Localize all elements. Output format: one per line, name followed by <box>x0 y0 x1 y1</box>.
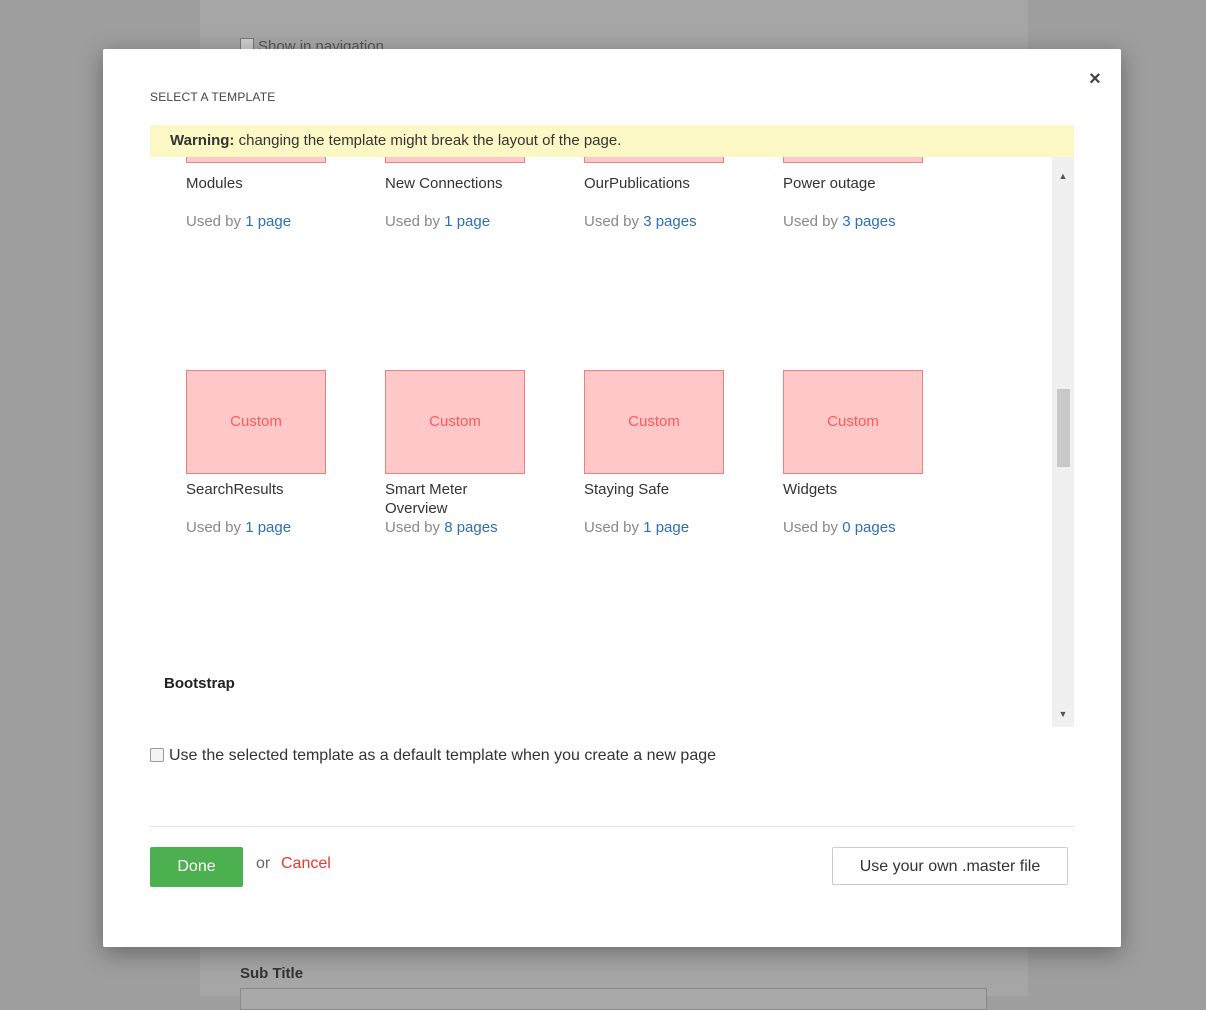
template-group-label: Bootstrap <box>164 675 235 692</box>
template-card[interactable]: Modules Used by 1 page <box>186 157 356 232</box>
dialog-title: SELECT A TEMPLATE <box>150 90 276 104</box>
template-name: Modules <box>186 175 243 192</box>
use-master-file-button[interactable]: Use your own .master file <box>832 847 1068 885</box>
or-text: or <box>256 855 271 872</box>
template-usage: Used by 3 pages <box>783 213 896 230</box>
template-thumbnail[interactable] <box>186 157 326 163</box>
template-usage: Used by 1 page <box>385 213 491 230</box>
subtitle-input <box>240 988 987 1010</box>
template-usage: Used by 0 pages <box>783 519 896 536</box>
template-card[interactable]: OurPublications Used by 3 pages <box>584 157 754 232</box>
template-thumbnail[interactable]: Custom <box>385 370 525 474</box>
template-card[interactable]: Custom Staying Safe Used by 1 page <box>584 370 754 538</box>
scrollbar[interactable]: ▲ ▼ <box>1052 157 1074 727</box>
usage-link[interactable]: 8 pages <box>444 519 497 536</box>
template-thumbnail[interactable]: Custom <box>186 370 326 474</box>
template-usage: Used by 1 page <box>584 519 690 536</box>
usage-link[interactable]: 1 page <box>444 213 490 230</box>
template-name: Power outage <box>783 175 876 192</box>
scroll-down-icon[interactable]: ▼ <box>1052 705 1074 723</box>
usage-link[interactable]: 1 page <box>245 519 291 536</box>
usage-link[interactable]: 0 pages <box>842 519 895 536</box>
template-name: Staying Safe <box>584 481 670 498</box>
template-name: SearchResults <box>186 481 284 498</box>
template-card[interactable]: Custom SearchResults Used by 1 page <box>186 370 356 538</box>
usage-link[interactable]: 3 pages <box>643 213 696 230</box>
template-usage: Used by 1 page <box>186 213 292 230</box>
subtitle-label: Sub Title <box>240 965 304 982</box>
template-thumbnail[interactable] <box>584 157 724 163</box>
template-card[interactable]: Power outage Used by 3 pages <box>783 157 953 232</box>
warning-banner: Warning: changing the template might bre… <box>150 125 1074 157</box>
template-name: OurPublications <box>584 175 690 192</box>
done-button[interactable]: Done <box>150 847 243 887</box>
template-usage: Used by 3 pages <box>584 213 697 230</box>
default-template-checkbox[interactable] <box>150 748 164 762</box>
template-name: New Connections <box>385 175 503 192</box>
warning-strong: Warning: <box>170 132 235 149</box>
default-template-label[interactable]: Use the selected template as a default t… <box>169 747 716 764</box>
template-name: Widgets <box>783 481 838 498</box>
usage-link[interactable]: 1 page <box>245 213 291 230</box>
template-list[interactable]: Modules Used by 1 page New Connections U… <box>150 157 1074 727</box>
template-card[interactable]: New Connections Used by 1 page <box>385 157 555 232</box>
usage-link[interactable]: 3 pages <box>842 213 895 230</box>
template-name: Smart Meter Overview <box>385 481 468 517</box>
template-thumbnail[interactable] <box>385 157 525 163</box>
template-usage: Used by 8 pages <box>385 519 498 536</box>
template-thumbnail[interactable] <box>783 157 923 163</box>
default-template-option[interactable]: Use the selected template as a default t… <box>150 746 716 766</box>
template-card[interactable]: Custom Smart Meter Overview Used by 8 pa… <box>385 370 555 538</box>
close-icon[interactable]: × <box>1085 69 1105 89</box>
cancel-link[interactable]: Cancel <box>281 855 331 873</box>
usage-link[interactable]: 1 page <box>643 519 689 536</box>
template-dialog: × SELECT A TEMPLATE Warning: changing th… <box>103 49 1121 947</box>
template-usage: Used by 1 page <box>186 519 292 536</box>
template-thumbnail[interactable]: Custom <box>783 370 923 474</box>
warning-text: changing the template might break the la… <box>234 132 622 149</box>
template-thumbnail[interactable]: Custom <box>584 370 724 474</box>
footer-divider <box>150 826 1074 827</box>
scroll-up-icon[interactable]: ▲ <box>1052 167 1074 185</box>
scrollbar-thumb[interactable] <box>1057 389 1070 467</box>
template-card[interactable]: Custom Widgets Used by 0 pages <box>783 370 953 538</box>
